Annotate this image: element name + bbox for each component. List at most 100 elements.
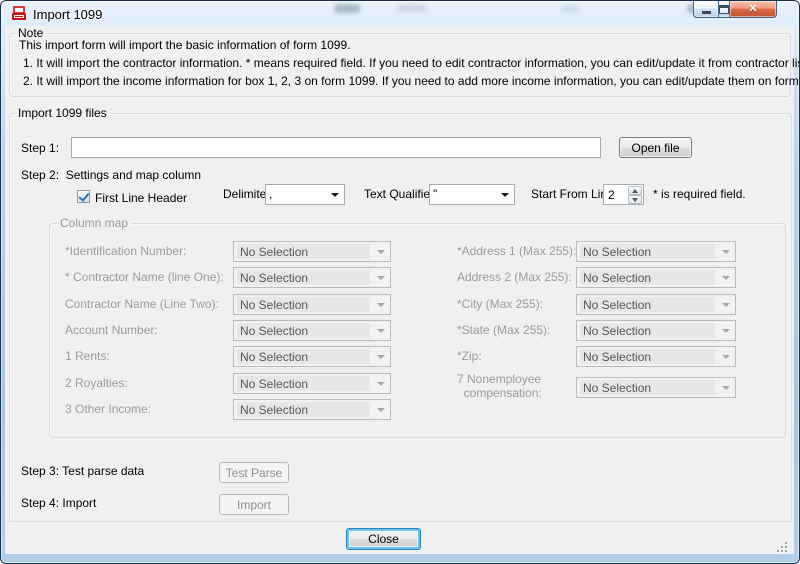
window-title: Import 1099	[33, 7, 102, 22]
zip-select[interactable]: No Selection	[576, 346, 736, 367]
select-value: No Selection	[237, 376, 370, 391]
delimiter-select[interactable]: ,	[265, 184, 345, 205]
select-value: No Selection	[237, 349, 370, 364]
stepper-value: 2	[608, 188, 615, 202]
contractor-name-line-one-label: * Contractor Name (line One):	[65, 270, 224, 284]
select-value: No Selection	[237, 270, 370, 285]
step2-label: Step 2: Settings and map column	[21, 168, 201, 182]
rents-select[interactable]: No Selection	[233, 346, 391, 367]
text-qualifier-value: "	[433, 187, 496, 202]
import-files-legend: Import 1099 files	[15, 106, 110, 120]
identification-number-label: *Identification Number:	[65, 244, 186, 258]
glass-reflection	[561, 5, 579, 12]
dropdown-arrow-icon	[377, 276, 385, 280]
select-value: No Selection	[237, 323, 370, 338]
dropdown-arrow-icon	[377, 408, 385, 412]
address1-select[interactable]: No Selection	[576, 241, 736, 262]
delimiter-value: ,	[269, 187, 326, 202]
other-income-select[interactable]: No Selection	[233, 399, 391, 420]
resize-grip-icon[interactable]	[777, 542, 789, 554]
close-icon: ✕	[748, 4, 757, 15]
select-value: No Selection	[580, 297, 715, 312]
royalties-select[interactable]: No Selection	[233, 373, 391, 394]
dropdown-arrow-icon	[377, 250, 385, 254]
royalties-label: 2 Royalties:	[65, 376, 128, 390]
select-value: No Selection	[237, 402, 370, 417]
close-button-label: Close	[368, 532, 399, 546]
dropdown-arrow-icon	[722, 355, 730, 359]
nonemployee-compensation-select[interactable]: No Selection	[576, 377, 736, 398]
nonemployee-compensation-label: 7 Nonemployee compensation:	[457, 372, 542, 400]
start-from-line-stepper[interactable]: 2	[603, 184, 644, 205]
step1-label: Step 1:	[21, 141, 59, 155]
address1-label: *Address 1 (Max 255):	[457, 244, 576, 258]
window: Import 1099 ✕ Note This import form will…	[0, 0, 800, 564]
select-value: No Selection	[580, 244, 715, 259]
dropdown-arrow-icon	[722, 250, 730, 254]
select-value: No Selection	[580, 349, 715, 364]
dropdown-arrow-icon	[722, 303, 730, 307]
app-icon	[11, 6, 27, 22]
dropdown-arrow-icon	[377, 303, 385, 307]
test-parse-button-label: Test Parse	[226, 466, 283, 480]
city-label: *City (Max 255):	[457, 297, 543, 311]
spinner-down-icon	[632, 198, 638, 202]
glass-reflection	[334, 4, 360, 13]
first-line-header-checkbox[interactable]	[77, 190, 90, 203]
select-value: No Selection	[237, 297, 370, 312]
account-number-label: Account Number:	[65, 323, 158, 337]
state-select[interactable]: No Selection	[576, 320, 736, 341]
glass-reflection	[397, 5, 427, 12]
required-field-note: * is required field.	[653, 187, 746, 201]
delimiter-label: Delimiter	[223, 187, 270, 201]
caption-buttons: ✕	[694, 1, 777, 18]
test-parse-button[interactable]: Test Parse	[219, 462, 289, 483]
spinner-down-button[interactable]	[628, 195, 642, 204]
city-select[interactable]: No Selection	[576, 294, 736, 315]
maximize-icon	[719, 5, 729, 14]
file-path-input[interactable]	[71, 137, 601, 158]
text-qualifier-select[interactable]: "	[429, 184, 515, 205]
address2-select[interactable]: No Selection	[576, 267, 736, 288]
import-button[interactable]: Import	[219, 494, 289, 515]
rents-label: 1 Rents:	[65, 349, 110, 363]
identification-number-select[interactable]: No Selection	[233, 241, 391, 262]
text-qualifier-label: Text Qualifier	[364, 187, 434, 201]
step3-label: Step 3: Test parse data	[21, 464, 144, 478]
open-file-button-label: Open file	[631, 141, 679, 155]
dropdown-arrow-icon	[501, 193, 509, 197]
minimize-icon	[702, 11, 711, 14]
dropdown-arrow-icon	[331, 193, 339, 197]
state-label: *State (Max 255):	[457, 323, 550, 337]
titlebar: Import 1099 ✕	[1, 1, 799, 27]
close-window-button[interactable]: ✕	[729, 1, 777, 18]
dropdown-arrow-icon	[722, 386, 730, 390]
open-file-button[interactable]: Open file	[619, 137, 692, 158]
start-from-line-label: Start From Line	[531, 187, 614, 201]
address2-label: Address 2 (Max 255):	[457, 270, 572, 284]
account-number-select[interactable]: No Selection	[233, 320, 391, 341]
step4-label: Step 4: Import	[21, 496, 96, 510]
contractor-name-line-one-select[interactable]: No Selection	[233, 267, 391, 288]
dropdown-arrow-icon	[722, 329, 730, 333]
dropdown-arrow-icon	[377, 355, 385, 359]
column-map-legend: Column map	[57, 216, 131, 230]
contractor-name-line-two-label: Contractor Name (Line Two):	[65, 297, 219, 311]
dropdown-arrow-icon	[377, 382, 385, 386]
first-line-header-label: First Line Header	[95, 191, 187, 205]
note-line: 2. It will import the income information…	[23, 74, 800, 88]
checkmark-icon	[78, 190, 89, 202]
select-value: No Selection	[237, 244, 370, 259]
zip-label: *Zip:	[457, 349, 482, 363]
dropdown-arrow-icon	[722, 276, 730, 280]
close-button[interactable]: Close	[346, 528, 421, 550]
select-value: No Selection	[580, 270, 715, 285]
spinner-up-button[interactable]	[628, 186, 642, 195]
note-line: 1. It will import the contractor informa…	[23, 56, 800, 70]
contractor-name-line-two-select[interactable]: No Selection	[233, 294, 391, 315]
spinner-up-icon	[632, 189, 638, 193]
select-value: No Selection	[580, 323, 715, 338]
other-income-label: 3 Other Income:	[65, 402, 151, 416]
dropdown-arrow-icon	[377, 329, 385, 333]
minimize-button[interactable]	[693, 1, 719, 18]
